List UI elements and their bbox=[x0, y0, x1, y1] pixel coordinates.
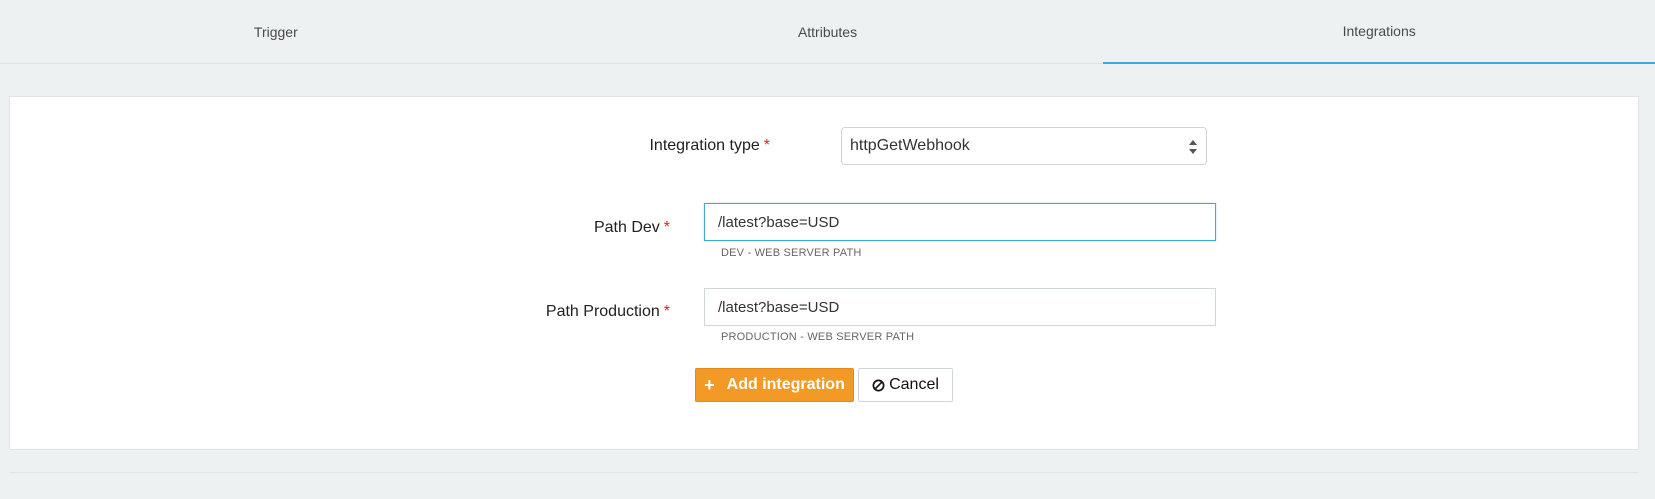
path-production-label-text: Path Production bbox=[545, 303, 660, 320]
path-production-label: Path Production * bbox=[450, 303, 670, 321]
required-marker: * bbox=[763, 137, 770, 154]
divider bbox=[9, 472, 1639, 473]
cancel-button[interactable]: Cancel bbox=[858, 368, 953, 402]
cancel-label: Cancel bbox=[889, 376, 939, 393]
plus-icon: + bbox=[704, 374, 715, 395]
path-dev-label-text: Path Dev bbox=[593, 219, 660, 236]
path-dev-label: Path Dev * bbox=[500, 219, 670, 237]
path-dev-help: DEV - WEB SERVER PATH bbox=[721, 247, 862, 259]
tab-integrations[interactable]: Integrations bbox=[1103, 0, 1655, 64]
add-integration-label: Add integration bbox=[726, 376, 845, 393]
tab-bar: Trigger Attributes Integrations bbox=[0, 0, 1655, 64]
path-dev-input[interactable] bbox=[704, 203, 1216, 241]
required-marker: * bbox=[663, 303, 670, 320]
integration-type-value: httpGetWebhook bbox=[850, 137, 970, 154]
add-integration-button[interactable]: + Add integration bbox=[695, 368, 854, 402]
tab-attributes[interactable]: Attributes bbox=[552, 0, 1104, 63]
required-marker: * bbox=[663, 219, 670, 236]
integration-type-label-text: Integration type bbox=[649, 137, 760, 154]
integration-type-select[interactable]: httpGetWebhook bbox=[841, 127, 1207, 165]
ban-icon bbox=[872, 379, 885, 392]
path-production-input[interactable] bbox=[704, 288, 1216, 326]
integration-type-label: Integration type * bbox=[600, 137, 770, 155]
select-arrows-icon bbox=[1189, 140, 1197, 154]
tab-trigger[interactable]: Trigger bbox=[0, 0, 552, 63]
path-production-help: PRODUCTION - WEB SERVER PATH bbox=[721, 331, 915, 343]
